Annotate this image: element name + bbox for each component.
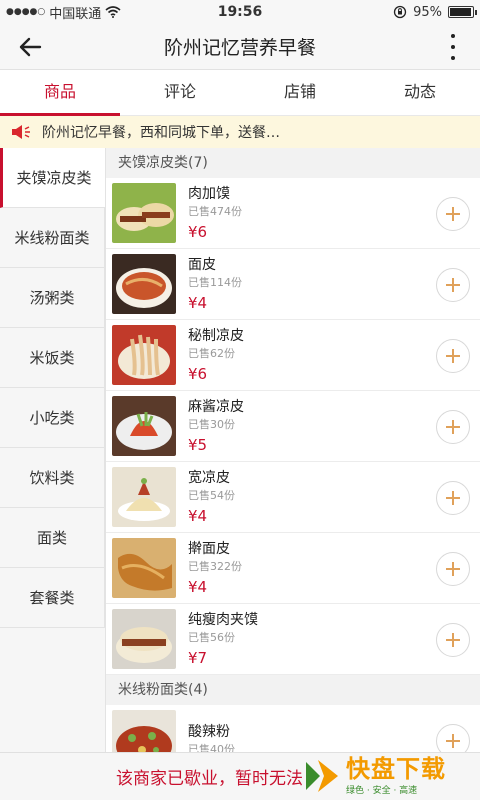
closed-notice-text: 该商家已歇业，暂时无法 xyxy=(116,769,303,789)
product-image xyxy=(112,710,176,752)
sold-count: 已售114份 xyxy=(188,275,242,289)
product-name: 面皮 xyxy=(188,256,216,273)
tab-updates[interactable]: 动态 xyxy=(360,70,480,115)
wifi-icon xyxy=(105,6,121,18)
product-image xyxy=(112,538,176,598)
sold-count: 已售322份 xyxy=(188,559,242,573)
category-header: 夹馍凉皮类(7) xyxy=(106,148,480,178)
sidebar-item-sandwich-coldnoodle[interactable]: 夹馍凉皮类 xyxy=(0,148,105,208)
notice-text: 阶州记忆早餐，西和同城下单，送餐… xyxy=(42,125,280,141)
sidebar-item-drinks[interactable]: 饮料类 xyxy=(0,448,105,508)
watermark-subtext: 绿色 · 安全 · 高速 xyxy=(346,786,418,796)
list-item[interactable]: 秘制凉皮 已售62份 ¥6 xyxy=(106,320,480,391)
product-price: ¥5 xyxy=(188,435,208,454)
list-item[interactable]: 麻酱凉皮 已售30份 ¥5 xyxy=(106,391,480,462)
add-to-cart-button[interactable] xyxy=(436,623,470,657)
status-bar: ●●●●○ 中国联通 19:56 95% xyxy=(0,0,480,24)
add-to-cart-button[interactable] xyxy=(436,552,470,586)
add-to-cart-button[interactable] xyxy=(436,724,470,752)
add-to-cart-button[interactable] xyxy=(436,339,470,373)
product-name: 擀面皮 xyxy=(188,540,230,557)
product-image xyxy=(112,254,176,314)
list-item[interactable]: 宽凉皮 已售54份 ¥4 xyxy=(106,462,480,533)
category-sidebar: 夹馍凉皮类 米线粉面类 汤粥类 米饭类 小吃类 饮料类 面类 套餐类 xyxy=(0,148,106,752)
sold-count: 已售30份 xyxy=(188,417,235,431)
sidebar-item-rice[interactable]: 米饭类 xyxy=(0,328,105,388)
sidebar-item-noodles[interactable]: 面类 xyxy=(0,508,105,568)
list-item[interactable]: 纯瘦肉夹馍 已售56份 ¥7 xyxy=(106,604,480,675)
product-price: ¥6 xyxy=(188,364,208,383)
list-item[interactable]: 酸辣粉 已售40份 xyxy=(106,705,480,752)
more-button[interactable] xyxy=(448,34,458,60)
product-name: 酸辣粉 xyxy=(188,723,230,740)
notice-bar[interactable]: 阶州记忆早餐，西和同城下单，送餐… xyxy=(0,116,480,148)
sold-count: 已售474份 xyxy=(188,204,242,218)
battery-percent: 95% xyxy=(413,4,442,20)
tab-reviews[interactable]: 评论 xyxy=(120,70,240,115)
sidebar-item-combos[interactable]: 套餐类 xyxy=(0,568,105,628)
tab-store[interactable]: 店铺 xyxy=(240,70,360,115)
list-item[interactable]: 肉加馍 已售474份 ¥6 xyxy=(106,178,480,249)
product-image xyxy=(112,325,176,385)
carrier-label: 中国联通 xyxy=(49,6,102,22)
add-to-cart-button[interactable] xyxy=(436,410,470,444)
add-to-cart-button[interactable] xyxy=(436,197,470,231)
product-name: 纯瘦肉夹馍 xyxy=(188,611,258,628)
product-price: ¥4 xyxy=(188,293,208,312)
sold-count: 已售40份 xyxy=(188,742,235,753)
plus-icon xyxy=(446,562,460,576)
sold-count: 已售56份 xyxy=(188,630,235,644)
list-item[interactable]: 擀面皮 已售322份 ¥4 xyxy=(106,533,480,604)
battery-icon xyxy=(448,6,477,18)
add-to-cart-button[interactable] xyxy=(436,268,470,302)
plus-icon xyxy=(446,491,460,505)
plus-icon xyxy=(446,349,460,363)
sidebar-item-ricenoodle[interactable]: 米线粉面类 xyxy=(0,208,105,268)
page-title: 阶州记忆营养早餐 xyxy=(163,37,316,59)
add-to-cart-button[interactable] xyxy=(436,481,470,515)
product-list[interactable]: 夹馍凉皮类(7) 肉加馍 已售474份 ¥6 面皮 已售114份 ¥4 秘制凉皮… xyxy=(106,148,480,752)
product-price: ¥7 xyxy=(188,648,208,667)
plus-icon xyxy=(446,633,460,647)
download-logo-icon xyxy=(306,760,338,792)
sidebar-item-snacks[interactable]: 小吃类 xyxy=(0,388,105,448)
back-arrow-icon xyxy=(19,37,42,57)
sold-count: 已售54份 xyxy=(188,488,235,502)
navigation-bar: 阶州记忆营养早餐 xyxy=(0,24,480,70)
more-vertical-icon xyxy=(451,34,455,38)
product-image xyxy=(112,467,176,527)
plus-icon xyxy=(446,278,460,292)
plus-icon xyxy=(446,420,460,434)
plus-icon xyxy=(446,207,460,221)
watermark-logo: 快盘下载 绿色 · 安全 · 高速 xyxy=(302,752,472,800)
list-item[interactable]: 面皮 已售114份 ¥4 xyxy=(106,249,480,320)
product-price: ¥4 xyxy=(188,506,208,525)
orientation-lock-icon xyxy=(393,5,407,19)
sidebar-item-soup[interactable]: 汤粥类 xyxy=(0,268,105,328)
plus-icon xyxy=(446,734,460,748)
tab-products[interactable]: 商品 xyxy=(0,70,120,116)
back-button[interactable] xyxy=(18,32,54,62)
category-header: 米线粉面类(4) xyxy=(106,675,480,705)
speaker-icon xyxy=(12,125,30,139)
product-name: 麻酱凉皮 xyxy=(188,398,244,415)
sold-count: 已售62份 xyxy=(188,346,235,360)
signal-icon: ●●●●○ xyxy=(6,7,46,17)
tab-bar: 商品 评论 店铺 动态 xyxy=(0,70,480,116)
product-name: 宽凉皮 xyxy=(188,469,230,486)
product-image xyxy=(112,396,176,456)
watermark-text: 快盘下载 xyxy=(346,755,446,783)
product-image xyxy=(112,609,176,669)
product-price: ¥6 xyxy=(188,222,208,241)
product-price: ¥4 xyxy=(188,577,208,596)
product-image xyxy=(112,183,176,243)
product-name: 肉加馍 xyxy=(188,185,230,202)
product-name: 秘制凉皮 xyxy=(188,327,244,344)
